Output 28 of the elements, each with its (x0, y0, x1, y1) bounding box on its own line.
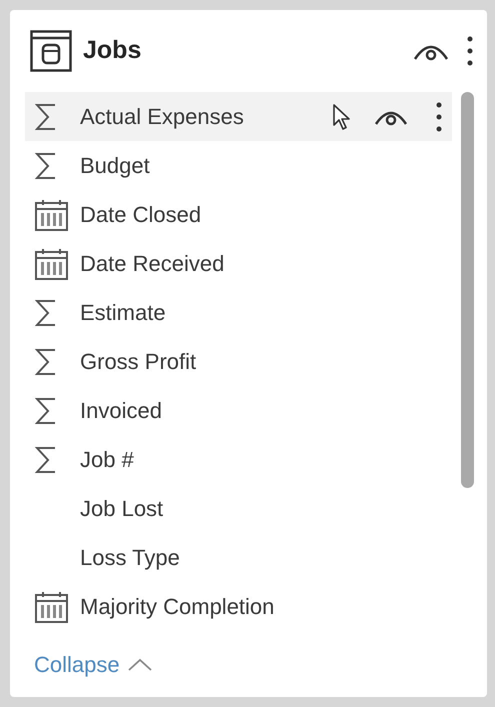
sigma-icon (35, 346, 57, 376)
chevron-up-icon (128, 658, 152, 670)
sigma-icon (35, 150, 57, 180)
field-item[interactable]: Invoiced (25, 386, 452, 435)
field-item[interactable]: Loss Type (25, 533, 452, 582)
field-item[interactable]: Actual Expenses (25, 92, 452, 141)
table-title: Jobs (83, 35, 142, 66)
field-item[interactable]: Job # (25, 435, 452, 484)
more-options-icon[interactable] (467, 36, 473, 66)
table-icon (30, 30, 72, 72)
field-item[interactable]: Job Lost (25, 484, 452, 533)
sigma-icon (35, 298, 57, 328)
field-item[interactable]: Estimate (25, 288, 452, 337)
field-item[interactable]: Majority Completion (25, 582, 452, 631)
sigma-icon (35, 396, 57, 426)
sigma-icon (35, 102, 57, 132)
field-item[interactable]: Gross Profit (25, 337, 452, 386)
field-item[interactable]: Date Closed (25, 190, 452, 239)
pointer-icon (332, 102, 352, 130)
scrollbar-thumb[interactable] (461, 92, 474, 488)
field-item[interactable]: Budget (25, 141, 452, 190)
more-options-icon[interactable] (436, 102, 442, 132)
calendar-icon (35, 248, 68, 280)
calendar-icon (35, 198, 68, 230)
field-item[interactable]: Date Received (25, 239, 452, 288)
collapse-button[interactable]: Collapse (34, 648, 152, 680)
sigma-icon (35, 444, 57, 474)
calendar-icon (35, 590, 68, 622)
